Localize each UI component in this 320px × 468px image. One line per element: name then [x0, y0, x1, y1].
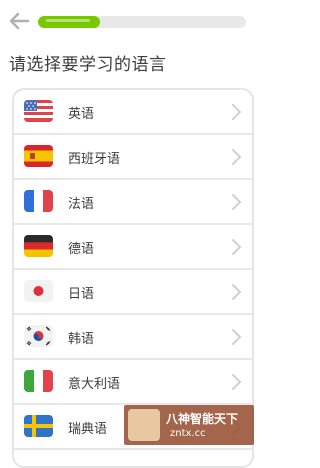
chevron-right-icon [232, 104, 242, 120]
language-item-italian[interactable]: 意大利语 [14, 360, 252, 405]
chevron-right-icon [232, 194, 242, 210]
language-label: 英语 [68, 107, 95, 122]
page-title: 请选择要学习的语言 [9, 55, 167, 75]
language-label: 瑞典语 [68, 422, 108, 437]
language-label: 意大利语 [68, 377, 121, 392]
language-label: 法语 [68, 197, 95, 212]
watermark-overlay: 八神智能天下 zntx.cc [124, 405, 254, 445]
chevron-right-icon [232, 239, 242, 255]
language-item-spanish[interactable]: 西班牙语 [14, 135, 252, 180]
korea-flag-icon [24, 325, 53, 347]
language-label: 德语 [68, 242, 95, 257]
top-bar [0, 0, 266, 44]
language-label: 韩语 [68, 332, 95, 347]
sweden-flag-icon [24, 415, 53, 437]
back-arrow-icon[interactable] [8, 10, 30, 32]
spain-flag-icon [24, 145, 53, 167]
language-item-french[interactable]: 法语 [14, 180, 252, 225]
japan-flag-icon [24, 280, 53, 302]
chevron-right-icon [232, 374, 242, 390]
language-item-japanese[interactable]: 日语 [14, 270, 252, 315]
watermark-url: zntx.cc [170, 428, 206, 439]
language-item-german[interactable]: 德语 [14, 225, 252, 270]
progress-bar [38, 16, 246, 28]
chevron-right-icon [232, 284, 242, 300]
watermark-logo-icon [128, 409, 160, 441]
progress-fill [38, 16, 101, 28]
france-flag-icon [24, 190, 53, 212]
italy-flag-icon [24, 370, 53, 392]
us-flag-icon [24, 100, 53, 122]
watermark-text: 八神智能天下 [166, 412, 239, 426]
germany-flag-icon [24, 235, 53, 257]
chevron-right-icon [232, 149, 242, 165]
chevron-right-icon [232, 329, 242, 345]
language-item-korean[interactable]: 韩语 [14, 315, 252, 360]
language-item-english[interactable]: 英语 [14, 90, 252, 135]
language-label: 日语 [68, 287, 95, 302]
language-label: 西班牙语 [68, 152, 121, 167]
